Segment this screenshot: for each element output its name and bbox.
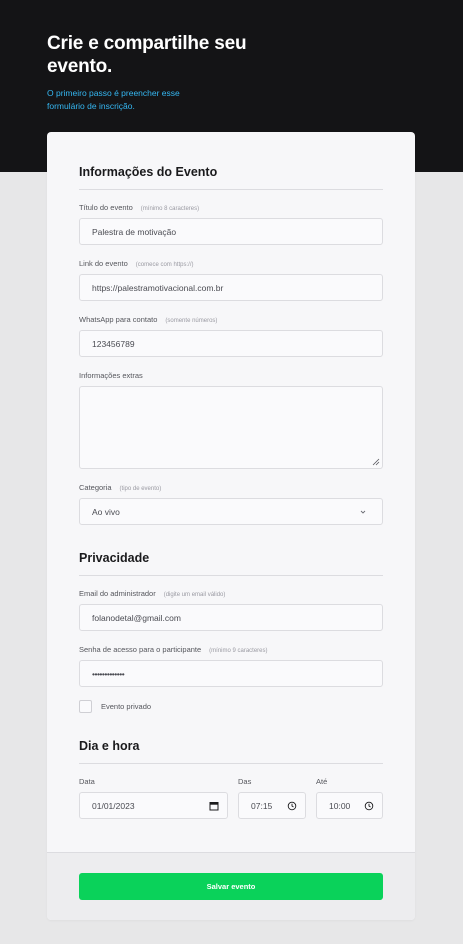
clock-icon[interactable]: [287, 801, 297, 811]
password-label: Senha de acesso para o participante (míni…: [79, 645, 268, 654]
admin-email-label-text: Email do administrador: [79, 589, 156, 598]
end-time-value: 10:00: [329, 800, 351, 811]
password-hint: (mínimo 9 caracteres): [209, 648, 268, 654]
event-form: Informações do Evento Título do evento (m…: [47, 132, 415, 920]
start-time-value: 07:15: [251, 800, 273, 811]
category-hint: (tipo de evento): [119, 486, 162, 492]
chevron-down-icon: [360, 510, 366, 514]
whatsapp-hint: (somente números): [165, 318, 218, 324]
admin-email-input[interactable]: folanodetal@gmail.com: [79, 604, 383, 631]
event-title-input[interactable]: Palestra de motivação: [79, 218, 383, 245]
extras-textarea[interactable]: [79, 386, 383, 469]
category-value: Ao vivo: [92, 506, 120, 517]
category-label: Categoria (tipo de evento): [79, 483, 161, 492]
whatsapp-input[interactable]: 123456789: [79, 330, 383, 357]
hero-title: Crie e compartilhe seu evento.: [47, 33, 247, 77]
resize-handle-icon[interactable]: [372, 458, 380, 466]
divider: [79, 189, 383, 190]
admin-email-label: Email do administrador (digite um email v…: [79, 589, 225, 598]
category-label-text: Categoria: [79, 483, 112, 492]
private-event-label: Evento privado: [101, 702, 152, 711]
save-event-button[interactable]: Salvar evento: [79, 873, 383, 900]
hero-subtitle: O primeiro passo é preencher esse formul…: [47, 88, 180, 111]
extras-label: Informações extras: [79, 371, 143, 380]
divider: [79, 575, 383, 576]
whatsapp-label-text: WhatsApp para contato: [79, 315, 158, 324]
divider: [79, 763, 383, 764]
calendar-icon[interactable]: [209, 801, 219, 811]
title-label-text: Título do evento: [79, 203, 133, 212]
from-label: Das: [238, 777, 252, 786]
start-time-input[interactable]: 07:15: [238, 792, 306, 819]
password-label-text: Senha de acesso para o participante: [79, 645, 202, 654]
link-label: Link do evento (comece com https://): [79, 259, 193, 268]
title-label: Título do evento (mínimo 8 caracteres): [79, 203, 199, 212]
title-hint: (mínimo 8 caracteres): [140, 206, 200, 212]
date-value: 01/01/2023: [92, 800, 135, 811]
section-title-privacy: Privacidade: [79, 551, 150, 565]
password-input[interactable]: •••••••••••••: [79, 660, 383, 687]
category-select[interactable]: Ao vivo: [79, 498, 383, 525]
section-title-event-info: Informações do Evento: [79, 165, 218, 179]
private-event-checkbox[interactable]: [79, 700, 92, 713]
event-link-input[interactable]: https://palestramotivacional.com.br: [79, 274, 383, 301]
link-label-text: Link do evento: [79, 259, 128, 268]
date-input[interactable]: 01/01/2023: [79, 792, 228, 819]
extras-label-text: Informações extras: [79, 371, 143, 380]
admin-email-hint: (digite um email válido): [163, 592, 226, 598]
clock-icon[interactable]: [364, 801, 374, 811]
to-label: Até: [316, 777, 328, 786]
date-label: Data: [79, 777, 95, 786]
link-hint: (comece com https://): [135, 262, 194, 268]
end-time-input[interactable]: 10:00: [316, 792, 383, 819]
section-title-datetime: Dia e hora: [79, 739, 140, 753]
whatsapp-label: WhatsApp para contato (somente números): [79, 315, 217, 324]
